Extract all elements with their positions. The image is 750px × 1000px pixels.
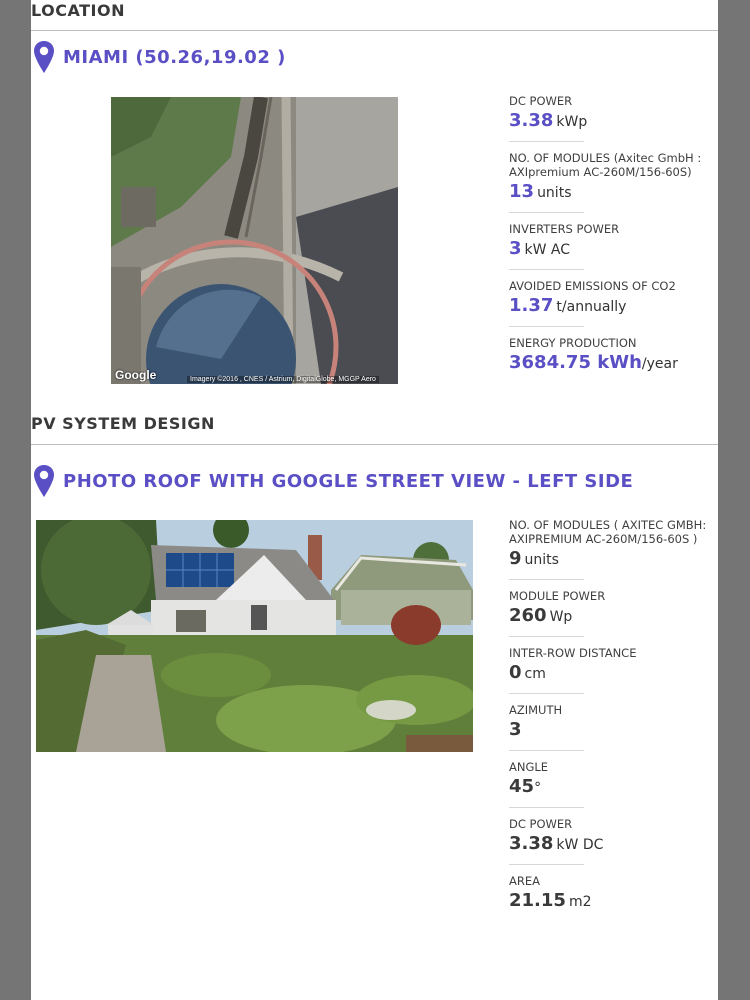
stat-label: AREA: [509, 874, 540, 888]
stat-value: 21.15 m2: [509, 890, 592, 911]
design-divider: [31, 444, 718, 445]
satellite-map: Google Imagery ©2016 , CNES / Astrium, D…: [111, 97, 398, 384]
stat-label: AVOIDED EMISSIONS OF CO2: [509, 279, 676, 293]
design-section-title: PV SYSTEM DESIGN: [31, 414, 215, 433]
stat-label: DC POWER: [509, 817, 573, 831]
satellite-image: [111, 97, 398, 384]
stat-value: 13 units: [509, 181, 572, 202]
stat-area: AREA 21.15 m2: [509, 874, 714, 914]
report-page: LOCATION MIAMI (50.26,19.02 ) Google Ima…: [31, 0, 718, 1000]
map-pin-icon: [34, 465, 54, 497]
stat-module-power: MODULE POWER 260 Wp: [509, 589, 714, 629]
stat-value: 3.38 kWp: [509, 110, 588, 131]
stat-inverters-power: INVERTERS POWER 3 kW AC: [509, 222, 714, 262]
stat-module-count: NO. OF MODULES ( AXITEC GMBH: AXIPREMIUM…: [509, 518, 714, 572]
stat-label: DC POWER: [509, 94, 573, 108]
photo-title: PHOTO ROOF WITH GOOGLE STREET VIEW - LEF…: [63, 470, 634, 492]
stat-label: AZIMUTH: [509, 703, 563, 717]
stat-energy-production: ENERGY PRODUCTION 3684.75 kWh/year: [509, 336, 714, 376]
stat-value: 3684.75 kWh/year: [509, 352, 678, 373]
stat-value: 45°: [509, 776, 542, 797]
imagery-credit: Imagery ©2016 , CNES / Astrium, DigitalG…: [187, 376, 379, 383]
google-logo: Google: [115, 368, 157, 382]
location-section-title: LOCATION: [31, 1, 125, 20]
stat-label: NO. OF MODULES (Axitec GmbH : AXIpremium…: [509, 151, 702, 179]
stat-divider: [509, 636, 584, 637]
stat-dc-power: DC POWER 3.38 kWp: [509, 94, 714, 134]
stat-modules: NO. OF MODULES (Axitec GmbH : AXIpremium…: [509, 151, 714, 205]
stat-value: 3 kW AC: [509, 238, 571, 259]
stat-label: INVERTERS POWER: [509, 222, 620, 236]
stat-value: 0 cm: [509, 662, 546, 683]
stat-value: 1.37 t/annually: [509, 295, 627, 316]
stat-label: MODULE POWER: [509, 589, 606, 603]
stat-avoided-emissions: AVOIDED EMISSIONS OF CO2 1.37 t/annually: [509, 279, 714, 319]
stat-divider: [509, 864, 584, 865]
stat-angle: ANGLE 45°: [509, 760, 714, 800]
house-image: [36, 520, 473, 752]
stat-divider: [509, 693, 584, 694]
stat-divider: [509, 141, 584, 142]
street-view-photo: [36, 520, 473, 752]
location-stats: DC POWER 3.38 kWp NO. OF MODULES (Axitec …: [509, 94, 714, 376]
stat-divider: [509, 212, 584, 213]
stat-value: 3.38 kW DC: [509, 833, 604, 854]
stat-divider: [509, 807, 584, 808]
stat-label: NO. OF MODULES ( AXITEC GMBH: AXIPREMIUM…: [509, 518, 707, 546]
stat-label: INTER-ROW DISTANCE: [509, 646, 637, 660]
location-name: MIAMI (50.26,19.02 ): [63, 46, 286, 68]
map-pin-icon: [34, 41, 54, 73]
stat-label: ENERGY PRODUCTION: [509, 336, 637, 350]
stat-value: 260 Wp: [509, 605, 573, 626]
location-divider: [31, 30, 718, 31]
stat-value: 3: [509, 719, 522, 740]
design-stats: NO. OF MODULES ( AXITEC GMBH: AXIPREMIUM…: [509, 518, 714, 914]
stat-label: ANGLE: [509, 760, 549, 774]
stat-divider: [509, 326, 584, 327]
stat-dc-power-design: DC POWER 3.38 kW DC: [509, 817, 714, 857]
stat-value: 9 units: [509, 548, 559, 569]
stat-divider: [509, 579, 584, 580]
stat-azimuth: AZIMUTH 3: [509, 703, 714, 743]
stat-divider: [509, 269, 584, 270]
design-header: PHOTO ROOF WITH GOOGLE STREET VIEW - LEF…: [33, 464, 633, 498]
stat-divider: [509, 750, 584, 751]
stat-inter-row-distance: INTER-ROW DISTANCE 0 cm: [509, 646, 714, 686]
location-header: MIAMI (50.26,19.02 ): [33, 40, 286, 74]
